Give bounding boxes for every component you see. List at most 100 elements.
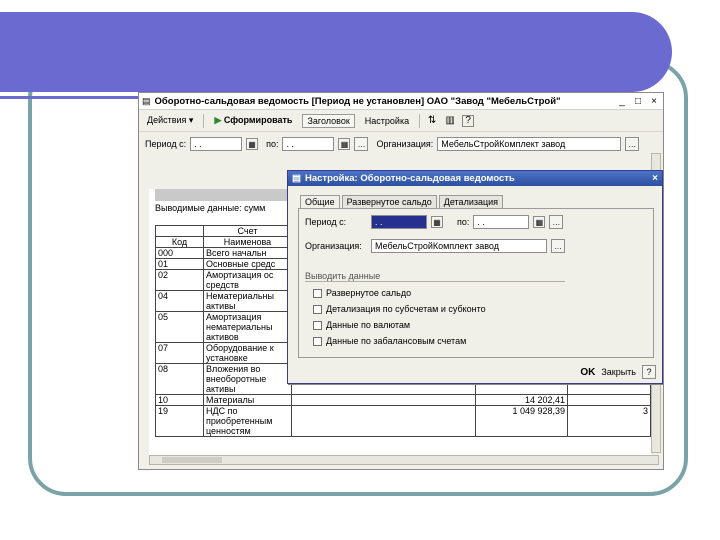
calendar-icon[interactable]: ▦ bbox=[246, 138, 259, 150]
close-button[interactable]: × bbox=[647, 95, 661, 108]
calendar-icon[interactable]: ▦ bbox=[338, 138, 351, 150]
select-period-button[interactable]: … bbox=[354, 137, 369, 151]
option-subaccount-detail[interactable]: Детализация по субсчетам и субконто bbox=[313, 304, 486, 314]
help-icon[interactable]: ? bbox=[462, 114, 475, 127]
settings-button[interactable]: Настройка bbox=[361, 114, 413, 128]
play-icon: ▶ bbox=[214, 115, 222, 125]
dlg-select-period-button[interactable]: … bbox=[549, 215, 564, 229]
group-divider bbox=[305, 281, 565, 282]
option-label: Развернутое сальдо bbox=[326, 288, 412, 298]
header-cell: Счет bbox=[203, 225, 292, 237]
account-code: 04 bbox=[155, 290, 204, 312]
header-cell: Наименова bbox=[203, 236, 292, 248]
toolbar-separator bbox=[203, 113, 205, 128]
option-currency-data[interactable]: Данные по валютам bbox=[313, 320, 410, 330]
settings-dialog: ▤ Настройка: Оборотно-сальдовая ведомост… bbox=[287, 170, 663, 384]
scrollbar-thumb[interactable] bbox=[162, 457, 222, 463]
toolbar-separator bbox=[419, 113, 421, 128]
period-from-input[interactable]: . . bbox=[190, 137, 243, 151]
header-cell: Код bbox=[155, 236, 204, 248]
org-row: Организация: МебельСтройКомплект завод … bbox=[305, 239, 565, 253]
dlg-org-input[interactable]: МебельСтройКомплект завод bbox=[371, 239, 547, 253]
dialog-titlebar: ▤ Настройка: Оборотно-сальдовая ведомост… bbox=[288, 171, 662, 186]
dialog-title: Настройка: Оборотно-сальдовая ведомость bbox=[304, 173, 515, 184]
amount-cell: 1 049 928,39 bbox=[475, 405, 568, 437]
checkbox[interactable] bbox=[313, 304, 322, 314]
calendar-icon[interactable]: ▦ bbox=[533, 216, 546, 228]
dlg-period-to-input[interactable]: . . bbox=[473, 215, 530, 229]
dlg-period-from-input[interactable]: . . bbox=[371, 215, 427, 229]
checkbox[interactable] bbox=[313, 288, 322, 298]
tab-general[interactable]: Общие bbox=[300, 195, 340, 208]
close-dialog-button[interactable]: Закрыть bbox=[601, 367, 636, 377]
option-label: Данные по забалансовым счетам bbox=[326, 336, 467, 346]
account-name: Вложения во внеоборотные активы bbox=[203, 363, 292, 395]
account-code: 08 bbox=[155, 363, 204, 395]
account-code: 19 bbox=[155, 405, 204, 437]
tab-panel-general: Период с: . . ▦ по: . . ▦ … Организация:… bbox=[298, 208, 654, 358]
slide-line bbox=[0, 96, 142, 99]
account-code: 000 bbox=[155, 247, 204, 259]
account-name: Амортизация ос средств bbox=[203, 269, 292, 291]
checkbox[interactable] bbox=[313, 336, 322, 346]
org-label: Организация: bbox=[376, 139, 434, 149]
period-to-input[interactable]: . . bbox=[282, 137, 335, 151]
generate-button[interactable]: ▶ Сформировать bbox=[210, 113, 296, 128]
period-from-label: Период с: bbox=[145, 139, 187, 149]
help-button[interactable]: ? bbox=[642, 365, 656, 379]
account-name: Нематериальны активы bbox=[203, 290, 292, 312]
filter-bar: Период с: . . ▦ по: . . ▦ … Организация:… bbox=[139, 132, 663, 156]
minimize-button[interactable]: _ bbox=[615, 95, 629, 108]
account-name: Основные средс bbox=[203, 258, 292, 270]
amount-cell: 3 bbox=[567, 405, 651, 437]
maximize-button[interactable]: □ bbox=[631, 95, 645, 108]
table-row[interactable]: 19 НДС по приобретенным ценностям 1 049 … bbox=[155, 405, 651, 437]
tab-expanded-balance[interactable]: Развернутое сальдо bbox=[341, 195, 437, 208]
select-org-button[interactable]: … bbox=[625, 137, 640, 151]
account-code: 02 bbox=[155, 269, 204, 291]
checkbox[interactable] bbox=[313, 320, 322, 330]
header-cell bbox=[155, 225, 204, 237]
account-name: Амортизация нематериальны активов bbox=[203, 311, 292, 343]
output-group-title: Выводить данные bbox=[305, 271, 381, 281]
table-row[interactable]: 10 Материалы 14 202,41 bbox=[155, 394, 651, 406]
tab-detail[interactable]: Детализация bbox=[438, 195, 504, 208]
account-code: 10 bbox=[155, 394, 204, 406]
account-name: Всего начальн bbox=[203, 247, 292, 259]
dialog-footer: OK Закрыть ? bbox=[580, 365, 656, 379]
slide-banner bbox=[0, 12, 672, 92]
settings-icon: ▤ bbox=[292, 173, 301, 184]
account-cell bbox=[291, 405, 476, 437]
amount-cell bbox=[567, 394, 651, 406]
account-name: Материалы bbox=[203, 394, 292, 406]
option-label: Данные по валютам bbox=[326, 320, 411, 330]
option-label: Детализация по субсчетам и субконто bbox=[326, 304, 486, 314]
toolbar: Действия ▾ ▶ Сформировать Заголовок Наст… bbox=[139, 110, 663, 132]
period-to-label: по: bbox=[266, 139, 279, 149]
option-offbalance-data[interactable]: Данные по забалансовым счетам bbox=[313, 336, 466, 346]
dialog-close-icon[interactable]: × bbox=[648, 173, 662, 184]
org-input[interactable]: МебельСтройКомплект завод bbox=[437, 137, 622, 151]
account-cell bbox=[291, 394, 476, 406]
account-code: 07 bbox=[155, 342, 204, 364]
ok-button[interactable]: OK bbox=[580, 367, 595, 378]
dlg-select-org-button[interactable]: … bbox=[551, 239, 565, 253]
calendar-icon[interactable]: ▦ bbox=[431, 216, 443, 228]
option-expanded-balance[interactable]: Развернутое сальдо bbox=[313, 288, 411, 298]
dlg-period-from-label: Период с: bbox=[305, 217, 347, 227]
period-row: Период с: . . ▦ по: . . ▦ … bbox=[305, 215, 564, 229]
dialog-tabs: Общие Развернутое сальдо Детализация bbox=[300, 195, 505, 208]
amount-cell: 14 202,41 bbox=[475, 394, 568, 406]
report-icon: ▤ bbox=[142, 95, 151, 106]
actions-menu[interactable]: Действия ▾ bbox=[143, 113, 197, 128]
report-caption: Выводимые данные: сумм bbox=[155, 203, 266, 213]
account-code: 01 bbox=[155, 258, 204, 270]
account-code: 05 bbox=[155, 311, 204, 343]
horizontal-scrollbar[interactable] bbox=[149, 455, 659, 465]
window-title: Оборотно-сальдовая ведомость [Период не … bbox=[154, 95, 561, 107]
account-name: НДС по приобретенным ценностям bbox=[203, 405, 292, 437]
transfer-icon[interactable]: ⇅ bbox=[426, 115, 438, 127]
header-button[interactable]: Заголовок bbox=[302, 113, 355, 128]
document-icon[interactable]: ▥ bbox=[444, 115, 456, 127]
dlg-org-label: Организация: bbox=[305, 241, 362, 251]
